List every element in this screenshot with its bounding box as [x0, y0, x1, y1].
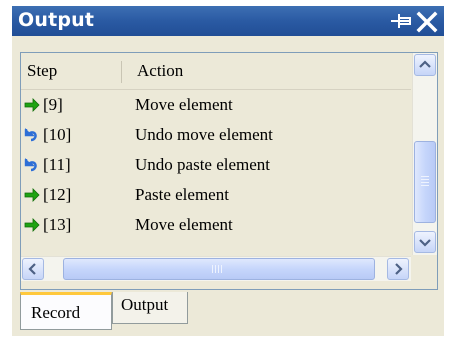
list-rows: [9] Move element [10] Undo move element [21, 90, 411, 240]
chevron-up-icon [419, 60, 431, 68]
column-header-step[interactable]: Step [27, 61, 57, 81]
tab-output[interactable]: Output [112, 292, 188, 324]
column-header-action[interactable]: Action [137, 61, 183, 81]
scroll-right-button[interactable] [387, 258, 409, 280]
close-icon[interactable] [416, 11, 438, 33]
step-action: Undo move element [135, 125, 273, 144]
scroll-down-button[interactable] [414, 231, 436, 253]
tab-record[interactable]: Record [20, 292, 112, 330]
redo-arrow-icon [24, 97, 40, 113]
step-action: Move element [135, 215, 233, 234]
step-action: Paste element [135, 185, 229, 204]
pin-icon[interactable] [390, 11, 414, 31]
column-divider[interactable] [121, 61, 122, 83]
vertical-scroll-thumb[interactable] [414, 141, 436, 223]
step-number: [9] [43, 95, 63, 114]
list-item[interactable]: [11] Undo paste element [21, 150, 411, 180]
window-frame: Output Step Action [9] Move element [10]… [0, 0, 452, 343]
panel-tabs: Record Output [20, 292, 436, 332]
step-number: [10] [43, 125, 72, 144]
scrollbar-corner [412, 256, 437, 289]
list-item[interactable]: [9] Move element [21, 90, 411, 120]
undo-arrow-icon [24, 127, 40, 143]
step-action: Move element [135, 95, 233, 114]
step-number: [12] [43, 185, 72, 204]
list-header: Step Action [21, 53, 411, 90]
vertical-scrollbar[interactable] [412, 53, 437, 255]
horizontal-scroll-thumb[interactable] [63, 258, 375, 280]
step-number: [11] [43, 155, 71, 174]
redo-arrow-icon [24, 217, 40, 233]
list-item[interactable]: [10] Undo move element [21, 120, 411, 150]
redo-arrow-icon [24, 187, 40, 203]
panel-titlebar[interactable]: Output [12, 6, 444, 36]
scroll-left-button[interactable] [22, 258, 44, 280]
chevron-down-icon [419, 239, 431, 247]
step-action: Undo paste element [135, 155, 271, 174]
output-panel: Output Step Action [9] Move element [10]… [12, 6, 444, 336]
list-item[interactable]: [13] Move element [21, 210, 411, 240]
scroll-up-button[interactable] [414, 54, 436, 76]
grip-icon [421, 176, 429, 186]
chevron-right-icon [395, 263, 403, 275]
chevron-left-icon [28, 263, 36, 275]
step-number: [13] [43, 215, 72, 234]
list-item[interactable]: [12] Paste element [21, 180, 411, 210]
undo-arrow-icon [24, 157, 40, 173]
record-list: Step Action [9] Move element [10] Undo m… [20, 52, 438, 290]
grip-icon [212, 265, 222, 273]
horizontal-scrollbar[interactable] [21, 256, 411, 281]
panel-title: Output [18, 9, 95, 31]
